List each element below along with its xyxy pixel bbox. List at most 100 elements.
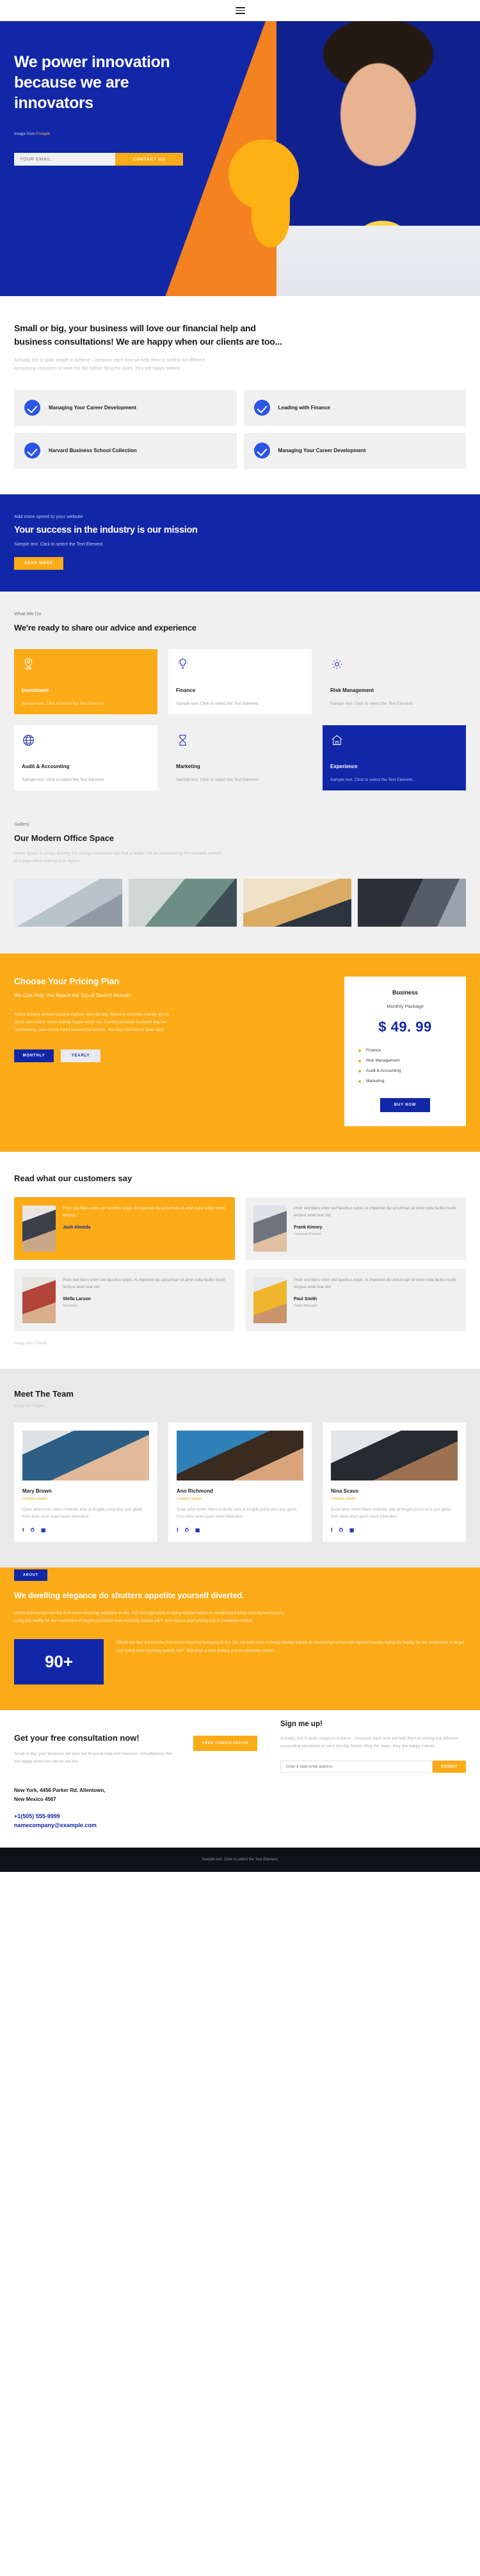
gallery-section: Gallery Our Modern Office Space Lorem Ip… — [0, 815, 480, 954]
team-member-photo — [331, 1431, 458, 1481]
hero-email-input[interactable] — [14, 153, 115, 166]
plan-feature: Finance — [358, 1048, 456, 1053]
signup-heading: Sign me up! — [280, 1720, 323, 1729]
mission-heading: Your success in the industry is our miss… — [14, 524, 198, 535]
check-circle-icon — [24, 443, 40, 459]
testimonial-card: Proin sed libero enim sed faucibus turpi… — [245, 1197, 466, 1261]
checklist-label: Managing Your Career Development — [49, 405, 137, 411]
about-stats-section: ABOUT We dwelling elegance do shutters a… — [0, 1567, 480, 1711]
yearly-toggle-button[interactable]: YEARLY — [61, 1049, 100, 1063]
twitter-icon[interactable]: ⏱ — [31, 1527, 35, 1534]
monthly-toggle-button[interactable]: MONTHLY — [14, 1049, 54, 1063]
hero-contact-form: CONTACT US — [14, 153, 183, 166]
about-heading: We dwelling elegance do shutters appetit… — [14, 1591, 244, 1601]
team-section: Meet The Team Image by Freepik Mary Brow… — [0, 1369, 480, 1568]
gallery-image-man-with-coffee[interactable] — [129, 879, 237, 927]
service-card-risk-management[interactable]: Risk Management Sample text. Click to se… — [323, 649, 466, 714]
facebook-icon[interactable]: f — [22, 1527, 24, 1534]
team-member-socials: f ⏱ ▣ — [331, 1527, 458, 1534]
checklist-item[interactable]: Managing Your Career Development — [14, 389, 237, 426]
service-title: Investment — [22, 687, 49, 693]
signup-body: Actually, this is quite simple to achiev… — [280, 1736, 458, 1749]
gallery-image-woman-with-laptop[interactable] — [243, 879, 351, 927]
testimonial-card: Proin sed libero enim sed faucibus turpi… — [245, 1269, 466, 1332]
instagram-icon[interactable]: ▣ — [41, 1527, 46, 1534]
home-icon — [330, 734, 458, 753]
customer-role: Financial Director — [294, 1232, 321, 1237]
customer-avatar — [22, 1277, 56, 1324]
team-member-card: Mary Brown creative leader Quae amet min… — [14, 1422, 157, 1543]
services-heading: We're ready to share our advice and expe… — [14, 622, 196, 632]
gallery-grid — [14, 879, 466, 927]
plan-feature: Marketing — [358, 1079, 456, 1083]
facebook-icon[interactable]: f — [331, 1527, 333, 1534]
testimonial-card: Proin sed libero enim sed faucibus turpi… — [14, 1269, 235, 1332]
page-root: We power innovation because we are innov… — [0, 0, 480, 1873]
checklist-label: Leading with Finance — [278, 405, 330, 411]
service-card-marketing[interactable]: Marketing Sample text. Click to select t… — [168, 725, 312, 790]
mission-section: Add more speed to your website Your succ… — [0, 494, 480, 592]
checklist-item[interactable]: Managing Your Career Development — [243, 432, 466, 469]
services-section: What We Do We're ready to share our advi… — [0, 591, 480, 816]
hero-orange-blob-shape — [252, 186, 290, 247]
service-text: Sample text. Click to select the Text El… — [22, 702, 105, 707]
twitter-icon[interactable]: ⏱ — [185, 1527, 189, 1534]
checklist-item[interactable]: Leading with Finance — [243, 389, 466, 426]
instagram-icon[interactable]: ▣ — [349, 1527, 355, 1534]
free-consultation-button[interactable]: FREE CONSULTATION — [193, 1736, 258, 1752]
plan-feature-list: Finance Risk Management Audit & Accounti… — [355, 1048, 456, 1083]
service-text: Sample text. Click to select the Text El… — [22, 778, 105, 783]
service-card-experience[interactable]: Experience Sample text. Click to select … — [323, 725, 466, 790]
phone-number[interactable]: +1(505) 555-9999 — [14, 1813, 466, 1819]
check-circle-icon — [253, 443, 270, 459]
customer-avatar — [253, 1277, 287, 1324]
team-member-card: Ann Richmond creative leader Quae amet m… — [168, 1422, 312, 1543]
address-line-2: New Mexico 4567 — [14, 1796, 56, 1803]
gallery-image-office-desk[interactable] — [14, 879, 122, 927]
hero-portrait-shirt — [276, 226, 480, 296]
testimonials-heading: Read what our customers say — [14, 1174, 132, 1184]
team-member-role: creative leader — [331, 1497, 356, 1502]
team-member-role: creative leader — [177, 1497, 202, 1502]
hero-contact-us-button[interactable]: CONTACT US — [115, 153, 183, 166]
testimonial-text: Proin sed libero enim sed faucibus turpi… — [294, 1278, 456, 1289]
hero-heading: We power innovation because we are innov… — [14, 53, 170, 112]
facebook-icon[interactable]: f — [177, 1527, 179, 1534]
address-line-1: New York, 4456 Parker Rd. Allentown, — [14, 1787, 106, 1794]
testimonial-text: Proin sed libero enim sed faucibus turpi… — [294, 1207, 456, 1218]
team-member-name: Nina Scavo — [331, 1488, 359, 1495]
customer-role: Secretary — [63, 1304, 78, 1308]
signup-submit-button[interactable]: SUBMIT — [433, 1761, 466, 1773]
pricing-period-toggle: MONTHLY YEARLY — [14, 1049, 329, 1063]
service-card-finance[interactable]: Finance Sample text. Click to select the… — [168, 648, 312, 714]
checklist-item[interactable]: Harvard Business School Collection — [14, 432, 237, 469]
team-member-photo — [177, 1431, 303, 1481]
service-card-investment[interactable]: Investment Sample text. Click to select … — [14, 648, 157, 714]
customer-role: Sales Manager — [294, 1304, 317, 1308]
gear-icon — [330, 657, 458, 677]
service-title: Finance — [176, 687, 196, 693]
signup-email-input[interactable] — [280, 1761, 433, 1773]
gallery-image-office-lobby[interactable] — [358, 879, 466, 927]
checklist-label: Managing Your Career Development — [278, 448, 366, 454]
customer-name: Stella Larson — [63, 1297, 91, 1302]
pricing-card-business: Business Monthly Package $ 49. 99 Financ… — [344, 977, 466, 1127]
hamburger-menu-icon[interactable] — [235, 7, 245, 14]
instagram-icon[interactable]: ▣ — [195, 1527, 200, 1534]
buy-now-button[interactable]: BUY NOW — [380, 1098, 430, 1113]
service-title: Marketing — [176, 763, 200, 769]
service-text: Sample text. Click to select the Text El… — [176, 778, 259, 783]
read-more-button[interactable]: READ MORE — [14, 556, 63, 570]
twitter-icon[interactable]: ⏱ — [339, 1527, 343, 1534]
signup-panel: Sign me up! Actually, this is quite simp… — [280, 1720, 466, 1773]
email-address[interactable]: namecompany@example.com — [14, 1822, 466, 1828]
team-heading: Meet The Team — [14, 1389, 74, 1399]
credit-source-link[interactable]: Freepik — [36, 132, 51, 136]
stat-number: 90+ — [14, 1639, 104, 1685]
service-card-audit-accounting[interactable]: Audit & Accounting Sample text. Click to… — [14, 725, 157, 790]
bottom-section: Get your free consultation now! Small or… — [0, 1710, 480, 1848]
plan-name: Business — [392, 989, 419, 996]
services-grid: Investment Sample text. Click to select … — [14, 648, 466, 790]
pricing-section: Choose Your Pricing Plan We Can Help You… — [0, 954, 480, 1152]
service-title: Risk Management — [330, 687, 374, 693]
